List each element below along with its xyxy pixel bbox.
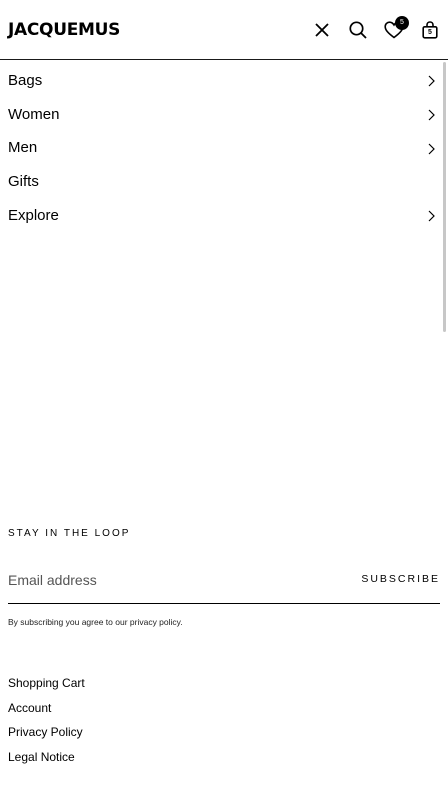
- chevron-right-icon: [428, 75, 435, 87]
- brand-logo[interactable]: JACQUEMUS: [8, 19, 120, 41]
- wishlist-count-badge: 5: [395, 16, 409, 30]
- newsletter-form: SUBSCRIBE: [8, 561, 440, 604]
- menu-item-label: Men: [8, 139, 38, 157]
- newsletter-title: STAY IN THE LOOP: [8, 528, 131, 539]
- bag-count-badge: 5: [428, 29, 432, 36]
- footer-links: Shopping Cart Account Privacy Policy Leg…: [8, 671, 85, 769]
- menu-item-label: Bags: [8, 71, 43, 89]
- menu-item-label: Women: [8, 105, 60, 123]
- newsletter-legal-text: By subscribing you agree to our privacy …: [8, 617, 183, 627]
- site-header: JACQUEMUS 5 5: [0, 0, 448, 60]
- subscribe-button[interactable]: SUBSCRIBE: [361, 572, 440, 586]
- menu-item-women[interactable]: Women: [0, 98, 448, 132]
- chevron-right-icon: [428, 210, 435, 222]
- footer-link-account[interactable]: Account: [8, 696, 85, 721]
- menu-item-label: Gifts: [8, 173, 39, 191]
- footer-link-privacy-policy[interactable]: Privacy Policy: [8, 720, 85, 745]
- menu-item-gifts[interactable]: Gifts: [0, 165, 448, 199]
- menu-item-bags[interactable]: Bags: [0, 64, 448, 98]
- chevron-right-icon: [428, 109, 435, 121]
- close-icon: [315, 23, 329, 37]
- search-button[interactable]: [346, 18, 370, 42]
- menu-item-explore[interactable]: Explore: [0, 199, 448, 233]
- close-menu-button[interactable]: [310, 18, 334, 42]
- menu-item-men[interactable]: Men: [0, 132, 448, 166]
- footer-link-shopping-cart[interactable]: Shopping Cart: [8, 671, 85, 696]
- menu-item-label: Explore: [8, 207, 59, 225]
- search-icon: [349, 21, 367, 39]
- navigation-menu: Bags Women Men Gifts Explore: [0, 64, 448, 233]
- footer-link-legal-notice[interactable]: Legal Notice: [8, 745, 85, 770]
- email-input[interactable]: [8, 567, 338, 593]
- chevron-right-icon: [428, 143, 435, 155]
